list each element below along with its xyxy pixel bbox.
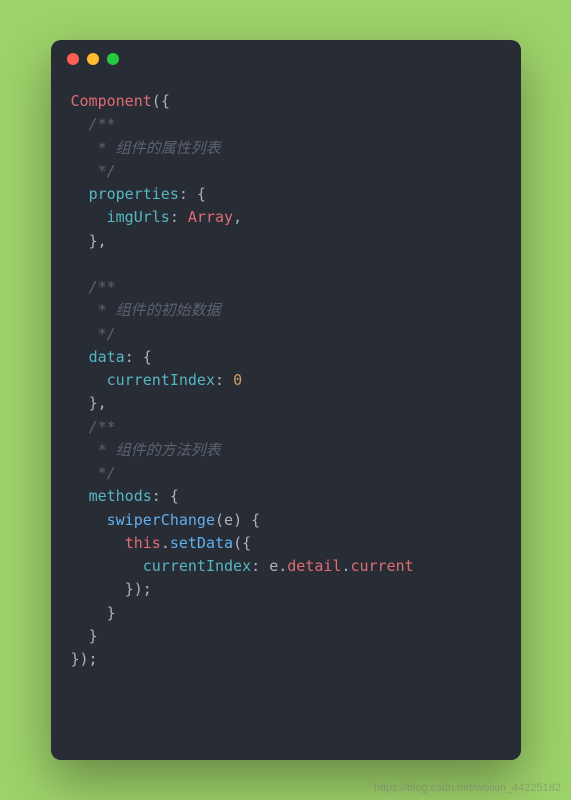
comment: /**	[89, 115, 116, 133]
comment: /**	[89, 418, 116, 436]
comment: * 组件的方法列表	[89, 441, 221, 459]
comment: */	[89, 464, 116, 482]
property-key: currentIndex	[143, 557, 251, 575]
function-name: Component	[71, 92, 152, 110]
property-key: currentIndex	[107, 371, 215, 389]
type-name: Array	[188, 208, 233, 226]
number-literal: 0	[233, 371, 242, 389]
comment: * 组件的初始数据	[89, 301, 221, 319]
watermark-text: https://blog.csdn.net/weixin_44225182	[374, 782, 561, 794]
property-key: data	[89, 348, 125, 366]
property-access: current	[350, 557, 413, 575]
comment: /**	[89, 278, 116, 296]
code-editor-window: Component({ /** * 组件的属性列表 */ properties:…	[51, 40, 521, 760]
code-content: Component({ /** * 组件的属性列表 */ properties:…	[51, 78, 521, 683]
comment: */	[89, 162, 116, 180]
minimize-icon[interactable]	[87, 53, 99, 65]
comment: * 组件的属性列表	[89, 139, 221, 157]
method-name: setData	[170, 534, 233, 552]
parameter: e	[224, 511, 233, 529]
title-bar	[51, 40, 521, 78]
method-name: swiperChange	[107, 511, 215, 529]
property-access: detail	[287, 557, 341, 575]
property-key: imgUrls	[107, 208, 170, 226]
maximize-icon[interactable]	[107, 53, 119, 65]
this-keyword: this	[125, 534, 161, 552]
property-key: methods	[89, 487, 152, 505]
property-key: properties	[89, 185, 179, 203]
comment: */	[89, 325, 116, 343]
close-icon[interactable]	[67, 53, 79, 65]
